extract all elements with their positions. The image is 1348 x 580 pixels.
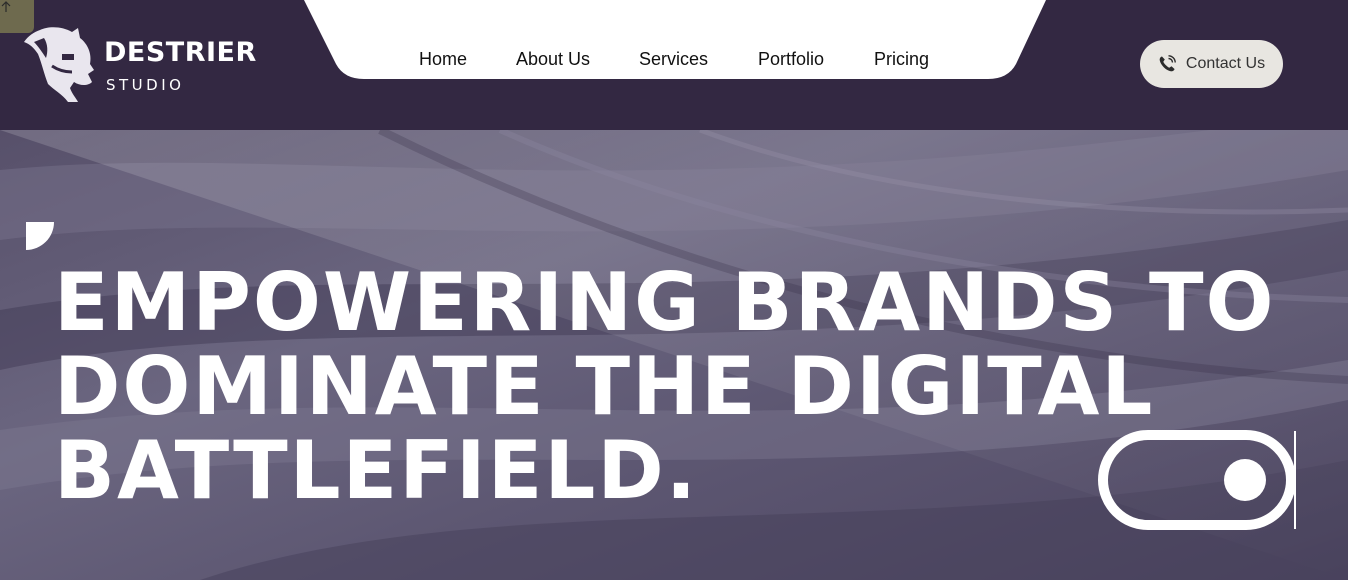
nav-home[interactable]: Home — [419, 49, 467, 70]
toggle-track — [1098, 430, 1296, 530]
contact-us-button[interactable]: Contact Us — [1140, 40, 1283, 88]
hero-toggle-switch[interactable] — [1098, 430, 1296, 530]
headline-line-1: EMPOWERING BRANDS TO — [54, 256, 1276, 349]
phone-icon — [1159, 55, 1176, 72]
quote-corner-icon — [26, 222, 54, 250]
brand-subtitle: STUDIO — [106, 76, 185, 94]
hero-section: EMPOWERING BRANDS TO DOMINATE THE DIGITA… — [0, 130, 1348, 580]
toggle-knob — [1224, 459, 1266, 501]
contact-us-label: Contact Us — [1185, 55, 1266, 72]
headline-line-3: BATTLEFIELD. — [54, 424, 699, 517]
nav-pricing[interactable]: Pricing — [874, 49, 929, 70]
headline-line-2: DOMINATE THE DIGITAL — [54, 340, 1155, 433]
toggle-edge-line — [1294, 431, 1296, 529]
nav-services[interactable]: Services — [639, 49, 708, 70]
site-header: DESTRIER STUDIO Home About Us Services P… — [0, 0, 1348, 130]
hero-headline: EMPOWERING BRANDS TO DOMINATE THE DIGITA… — [54, 256, 1276, 517]
nav-portfolio[interactable]: Portfolio — [758, 49, 824, 70]
nav-about-us[interactable]: About Us — [516, 49, 590, 70]
